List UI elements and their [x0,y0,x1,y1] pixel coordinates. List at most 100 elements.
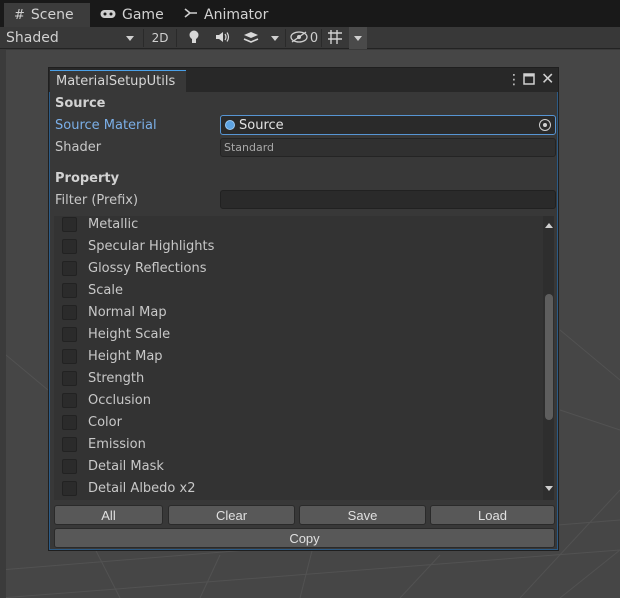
close-icon[interactable]: ✕ [541,70,554,88]
property-row[interactable]: Detail Albedo x2 [54,477,196,499]
property-label: Occlusion [88,392,151,408]
window-title: MaterialSetupUtils [56,74,176,89]
object-picker-icon[interactable] [539,119,551,131]
shader-field: Standard [220,138,556,157]
copy-button[interactable]: Copy [54,528,555,548]
tab-scene[interactable]: # Scene [4,3,90,27]
source-material-field[interactable]: Source [220,115,556,135]
lighting-toggle[interactable] [183,27,205,49]
kebab-menu-icon[interactable]: ⋮ [507,71,521,89]
shading-mode-dropdown[interactable]: Shaded [6,27,140,49]
property-label: Strength [88,370,145,386]
property-label: Specular Highlights [88,238,215,254]
all-button[interactable]: All [54,505,163,525]
property-checkbox[interactable] [62,480,77,496]
toolbar-divider [176,29,177,47]
property-row[interactable]: Occlusion [54,389,151,411]
property-label: Color [88,414,122,430]
toolbar-divider [285,29,286,47]
tab-game-label: Game [122,7,164,23]
source-material-value: Source [239,117,284,133]
tab-animator[interactable]: Animator [174,3,278,27]
shader-label: Shader [55,140,102,155]
toggle-2d-label: 2D [151,31,169,45]
save-button[interactable]: Save [299,505,426,525]
property-row[interactable]: Metallic [54,216,138,235]
property-row[interactable]: Specular Highlights [54,235,214,257]
property-row[interactable]: Height Map [54,345,163,367]
maximize-icon[interactable] [523,72,535,90]
shader-value: Standard [224,141,275,154]
material-icon [225,120,235,130]
clear-button[interactable]: Clear [168,505,295,525]
effects-dropdown[interactable] [266,27,284,49]
scroll-down-arrow-icon[interactable] [545,486,553,491]
grid-dropdown[interactable] [349,27,367,49]
property-row[interactable]: Height Scale [54,323,170,345]
scene-toolbar: Shaded 2D 0 [0,27,620,49]
property-row[interactable]: Scale [54,279,123,301]
property-checkbox[interactable] [62,304,77,320]
property-checkbox[interactable] [62,392,77,408]
property-checkbox[interactable] [62,238,77,254]
hidden-count: 0 [309,30,319,46]
chevron-down-icon [271,35,279,41]
toggle-2d-button[interactable]: 2D [147,27,173,49]
animator-icon [184,7,198,23]
property-row[interactable]: Glossy Reflections [54,257,206,279]
toolbar-divider [321,29,322,47]
property-checkbox[interactable] [62,348,77,364]
property-checkbox[interactable] [62,436,77,452]
property-row[interactable]: Emission [54,433,146,455]
effects-icon [243,30,259,47]
hidden-eye-icon [290,30,308,46]
scrollbar-thumb[interactable] [545,294,553,420]
tab-scene-label: Scene [30,7,74,23]
property-checkbox[interactable] [62,216,77,232]
property-label: Metallic [88,216,139,232]
filter-prefix-input[interactable] [220,190,556,209]
property-label: Detail Mask [88,458,164,474]
lightbulb-icon [188,30,200,47]
grid-snap-icon [327,29,343,48]
property-row[interactable]: Color [54,411,122,433]
property-checkbox[interactable] [62,282,77,298]
grid-toggle[interactable] [324,27,346,49]
toolbar-divider [143,29,144,47]
speaker-icon [215,31,231,46]
property-section-heading: Property [55,171,120,186]
window-tab-bar: MaterialSetupUtils ⋮ ✕ [49,68,558,92]
chevron-down-icon [354,35,362,41]
audio-toggle[interactable] [211,27,235,49]
property-row[interactable]: Normal Map [54,301,167,323]
property-label: Emission [88,436,146,452]
property-list[interactable]: Metallic Specular Highlights Glossy Reflec… [54,216,554,500]
property-checkbox[interactable] [62,458,77,474]
source-section-heading: Source [55,96,106,111]
gamepad-icon [100,8,116,23]
scene-visibility-toggle[interactable]: 0 [288,27,320,49]
property-label: Glossy Reflections [88,260,207,276]
property-label: Detail Albedo x2 [88,480,196,496]
property-label: Height Scale [88,326,171,342]
effects-toggle[interactable] [239,27,263,49]
tab-animator-label: Animator [204,7,269,23]
scroll-up-arrow-icon[interactable] [545,223,553,228]
property-checkbox[interactable] [62,260,77,276]
property-checkbox[interactable] [62,414,77,430]
tab-game[interactable]: Game [90,3,174,27]
source-material-label: Source Material [55,118,157,133]
chevron-down-icon [126,36,134,41]
material-setup-window: MaterialSetupUtils ⋮ ✕ Source Source Mat… [48,67,559,551]
property-checkbox[interactable] [62,370,77,386]
viewport-left-edge [0,50,6,598]
property-row[interactable]: Strength [54,367,144,389]
window-title-tab[interactable]: MaterialSetupUtils [50,70,186,92]
property-label: Scale [88,282,123,298]
property-row[interactable]: Detail Mask [54,455,164,477]
editor-tab-bar: # Scene Game Animator [0,0,620,27]
property-label: Normal Map [88,304,167,320]
load-button[interactable]: Load [430,505,555,525]
property-checkbox[interactable] [62,326,77,342]
grid-icon: # [14,7,25,23]
